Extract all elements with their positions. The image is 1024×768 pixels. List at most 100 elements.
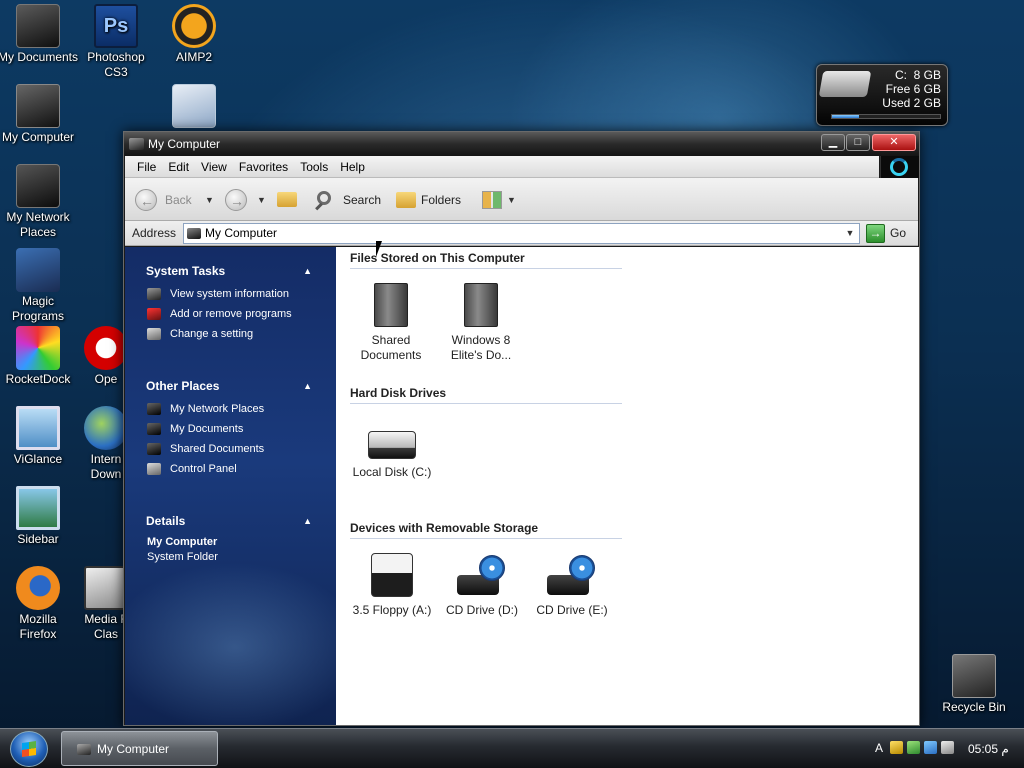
collapse-icon[interactable]: ▲ — [303, 376, 312, 396]
gadget-stats: C: 8 GB Free 6 GB Used 2 GB — [882, 68, 941, 110]
desktop-icon-label: ViGlance — [13, 452, 63, 466]
taskbar-button-my-computer[interactable]: My Computer — [61, 731, 218, 766]
menu-edit[interactable]: Edit — [162, 156, 195, 178]
views-dropdown[interactable]: ▼ — [507, 187, 516, 213]
language-indicator[interactable]: A — [875, 741, 883, 755]
place-my-network-places[interactable]: My Network Places — [125, 399, 336, 419]
item-cd-drive-d[interactable]: CD Drive (D:) — [437, 553, 527, 618]
clock[interactable]: 05:05 م — [968, 729, 1009, 768]
folder-icon — [396, 192, 416, 208]
item-local-disk-c[interactable]: Local Disk (C:) — [347, 419, 437, 480]
desktop-icon-aimp[interactable]: AIMP2 — [152, 4, 236, 65]
desktop-icon-label: AIMP2 — [175, 50, 212, 64]
desktop-icon-recycle-bin[interactable]: Recycle Bin — [932, 654, 1016, 715]
desktop-icon-my-documents[interactable]: My Documents — [0, 4, 80, 65]
item-windows8-elite-docs[interactable]: Windows 8 Elite's Do... — [436, 283, 526, 363]
task-view-system-information[interactable]: View system information — [125, 284, 336, 304]
desktop-icon-label: My Computer — [1, 130, 75, 144]
address-dropdown[interactable]: ▼ — [841, 224, 859, 243]
desktop-icon-rocketdock[interactable]: RocketDock — [0, 326, 80, 387]
item-floppy-a[interactable]: 3.5 Floppy (A:) — [347, 553, 437, 618]
mouse-cursor — [376, 241, 382, 257]
views-button[interactable]: ▼ — [480, 187, 516, 213]
minimize-button[interactable]: ▁ — [821, 134, 845, 151]
address-input[interactable]: My Computer ▼ — [183, 223, 860, 244]
group-header-removable-storage: Devices with Removable Storage — [350, 519, 622, 539]
desktop-icon-sidebar[interactable]: Sidebar — [0, 486, 80, 547]
desktop-icon-photoshop[interactable]: Ps Photoshop CS3 — [74, 4, 158, 80]
menu-help[interactable]: Help — [334, 156, 371, 178]
close-button[interactable]: ✕ — [872, 134, 916, 151]
details-header[interactable]: Details ▲ — [125, 511, 336, 531]
internet-download-manager-icon — [84, 406, 128, 450]
explorer-window[interactable]: My Computer ▁ □ ✕ File Edit View Favorites T… — [123, 131, 920, 726]
back-history-dropdown[interactable]: ▼ — [205, 187, 214, 213]
maximize-button[interactable]: □ — [846, 134, 870, 151]
tray-notes-icon[interactable] — [941, 741, 954, 754]
search-button[interactable]: Search — [315, 187, 387, 213]
taskbar: My Computer A 05:05 م — [0, 728, 1024, 768]
start-button[interactable] — [10, 731, 48, 767]
network-places-icon — [147, 403, 161, 415]
sidebar-icon — [16, 486, 60, 530]
forward-history-dropdown[interactable]: ▼ — [257, 187, 266, 213]
tray-checkmark-icon[interactable] — [907, 741, 920, 754]
desktop-icon-label: My Network Places — [6, 210, 70, 239]
cd-drive-icon — [457, 553, 507, 597]
place-control-panel[interactable]: Control Panel — [125, 459, 336, 479]
task-add-remove-programs[interactable]: Add or remove programs — [125, 304, 336, 324]
back-arrow-icon: ← — [135, 189, 157, 211]
gadget-used-label: Used — [882, 96, 911, 110]
folders-label: Folders — [421, 193, 462, 207]
desktop-icon-label: Magic Programs — [11, 294, 64, 323]
windows-flag-icon — [22, 741, 36, 757]
drive-space-gadget[interactable]: C: 8 GB Free 6 GB Used 2 GB — [816, 64, 948, 126]
cd-disc — [479, 555, 505, 581]
details-type: System Folder — [147, 551, 218, 563]
aimp-icon — [172, 4, 216, 48]
collapse-icon[interactable]: ▲ — [303, 511, 312, 531]
item-label: CD Drive (D:) — [446, 603, 518, 617]
photoshop-icon: Ps — [94, 4, 138, 48]
place-label: Control Panel — [170, 463, 237, 475]
firefox-icon — [16, 566, 60, 610]
up-folder-button[interactable] — [275, 187, 299, 213]
tray-network-icon[interactable] — [924, 741, 937, 754]
back-button[interactable]: ← Back ▼ — [135, 187, 219, 213]
desktop-icon-viglance[interactable]: ViGlance — [0, 406, 80, 467]
details-name: My Computer — [147, 536, 218, 548]
desktop-icon-my-computer[interactable]: My Computer — [0, 84, 80, 145]
my-documents-icon — [147, 423, 161, 435]
item-shared-documents[interactable]: Shared Documents — [346, 283, 436, 363]
collapse-icon[interactable]: ▲ — [303, 261, 312, 281]
system-info-icon — [147, 288, 161, 300]
menu-favorites[interactable]: Favorites — [233, 156, 294, 178]
camera-app-icon — [172, 84, 216, 128]
title-bar[interactable]: My Computer ▁ □ ✕ — [124, 132, 919, 156]
item-cd-drive-e[interactable]: CD Drive (E:) — [527, 553, 617, 618]
clock-time: 05:05 — [968, 742, 999, 756]
hard-disk-icon — [818, 71, 872, 97]
task-label: View system information — [170, 288, 290, 300]
menu-view[interactable]: View — [195, 156, 233, 178]
folders-button[interactable]: Folders — [394, 187, 470, 213]
place-label: Shared Documents — [170, 443, 265, 455]
place-shared-documents[interactable]: Shared Documents — [125, 439, 336, 459]
desktop-icon-network-places[interactable]: My Network Places — [0, 164, 80, 240]
system-tasks-header[interactable]: System Tasks ▲ — [125, 261, 336, 281]
menu-file[interactable]: File — [125, 156, 162, 178]
desktop-icon-camera-app[interactable] — [152, 84, 236, 130]
tray-security-icon[interactable] — [890, 741, 903, 754]
search-label: Search — [343, 193, 382, 207]
task-change-setting[interactable]: Change a setting — [125, 324, 336, 344]
gadget-usage-bar — [831, 114, 941, 119]
rocketdock-icon — [16, 326, 60, 370]
system-tasks-title: System Tasks — [146, 264, 226, 278]
other-places-header[interactable]: Other Places ▲ — [125, 376, 336, 396]
desktop-icon-magic-programs[interactable]: Magic Programs — [0, 248, 80, 324]
go-button[interactable]: → Go — [866, 224, 916, 243]
desktop-icon-firefox[interactable]: Mozilla Firefox — [0, 566, 80, 642]
forward-button[interactable]: → ▼ — [225, 187, 271, 213]
menu-tools[interactable]: Tools — [294, 156, 334, 178]
place-my-documents[interactable]: My Documents — [125, 419, 336, 439]
